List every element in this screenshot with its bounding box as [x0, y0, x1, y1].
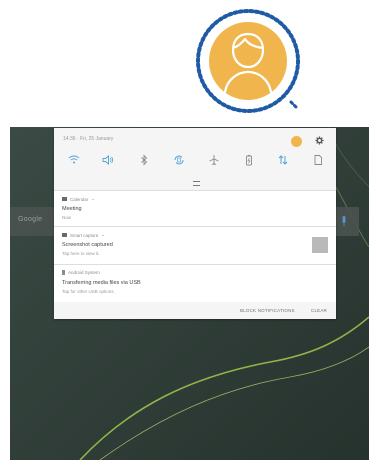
notification-calendar[interactable]: Calendar ⌄ Meeting Now [54, 190, 336, 227]
auto-rotate-icon[interactable] [173, 154, 185, 166]
notification-smart-capture[interactable]: Smart capture ⌄ Screenshot captured Tap … [54, 226, 336, 265]
notification-body: Now [62, 215, 72, 220]
notification-android-system[interactable]: Android System Transferring media files … [54, 264, 336, 303]
mobile-data-icon[interactable] [277, 154, 289, 166]
notification-app-name: Smart capture [70, 232, 99, 238]
notification-app-name: Android System [68, 270, 100, 275]
microphone-icon[interactable] [341, 216, 347, 227]
time-date: 14:36 · Fri, 25 January [63, 136, 114, 142]
expand-handle[interactable] [193, 181, 200, 186]
chevron-down-icon[interactable]: ⌄ [91, 196, 95, 202]
image-icon [62, 233, 67, 237]
notification-app-line: Calendar ⌄ [62, 196, 95, 202]
calendar-icon [62, 197, 67, 201]
clear-button[interactable]: CLEAR [311, 308, 327, 313]
notification-app-line: Smart capture ⌄ [62, 232, 105, 238]
bluetooth-icon[interactable] [138, 154, 150, 166]
avatar-callout [195, 8, 301, 114]
block-notifications-button[interactable]: BLOCK NOTIFICATIONS [240, 308, 295, 313]
notification-body: Tap here to view it. [62, 251, 100, 256]
chevron-down-icon[interactable]: ⌄ [101, 232, 105, 238]
notification-footer: BLOCK NOTIFICATIONS CLEAR [54, 302, 336, 319]
sound-icon[interactable] [102, 154, 114, 166]
document-icon[interactable] [312, 154, 324, 166]
notification-app-line: Android System [62, 270, 100, 275]
notification-title: Transferring media files via USB [62, 280, 141, 286]
android-icon [62, 270, 65, 275]
gear-icon[interactable] [315, 136, 324, 145]
notification-title: Screenshot captured [62, 242, 113, 248]
screenshot-thumbnail[interactable] [312, 237, 328, 253]
status-bar: 14:36 · Fri, 25 January [54, 128, 336, 150]
power-saving-icon[interactable] [243, 154, 255, 166]
quick-settings [54, 154, 336, 170]
notification-panel: 14:36 · Fri, 25 January Calendar ⌄ Meeti… [54, 128, 336, 319]
notification-body: Tap for other USB options. [62, 289, 115, 294]
notification-title: Meeting [62, 206, 82, 212]
user-avatar-icon[interactable] [291, 136, 302, 147]
google-label: Google [18, 216, 43, 223]
wifi-icon[interactable] [68, 154, 80, 166]
airplane-icon[interactable] [208, 154, 220, 166]
notification-app-name: Calendar [70, 196, 89, 202]
